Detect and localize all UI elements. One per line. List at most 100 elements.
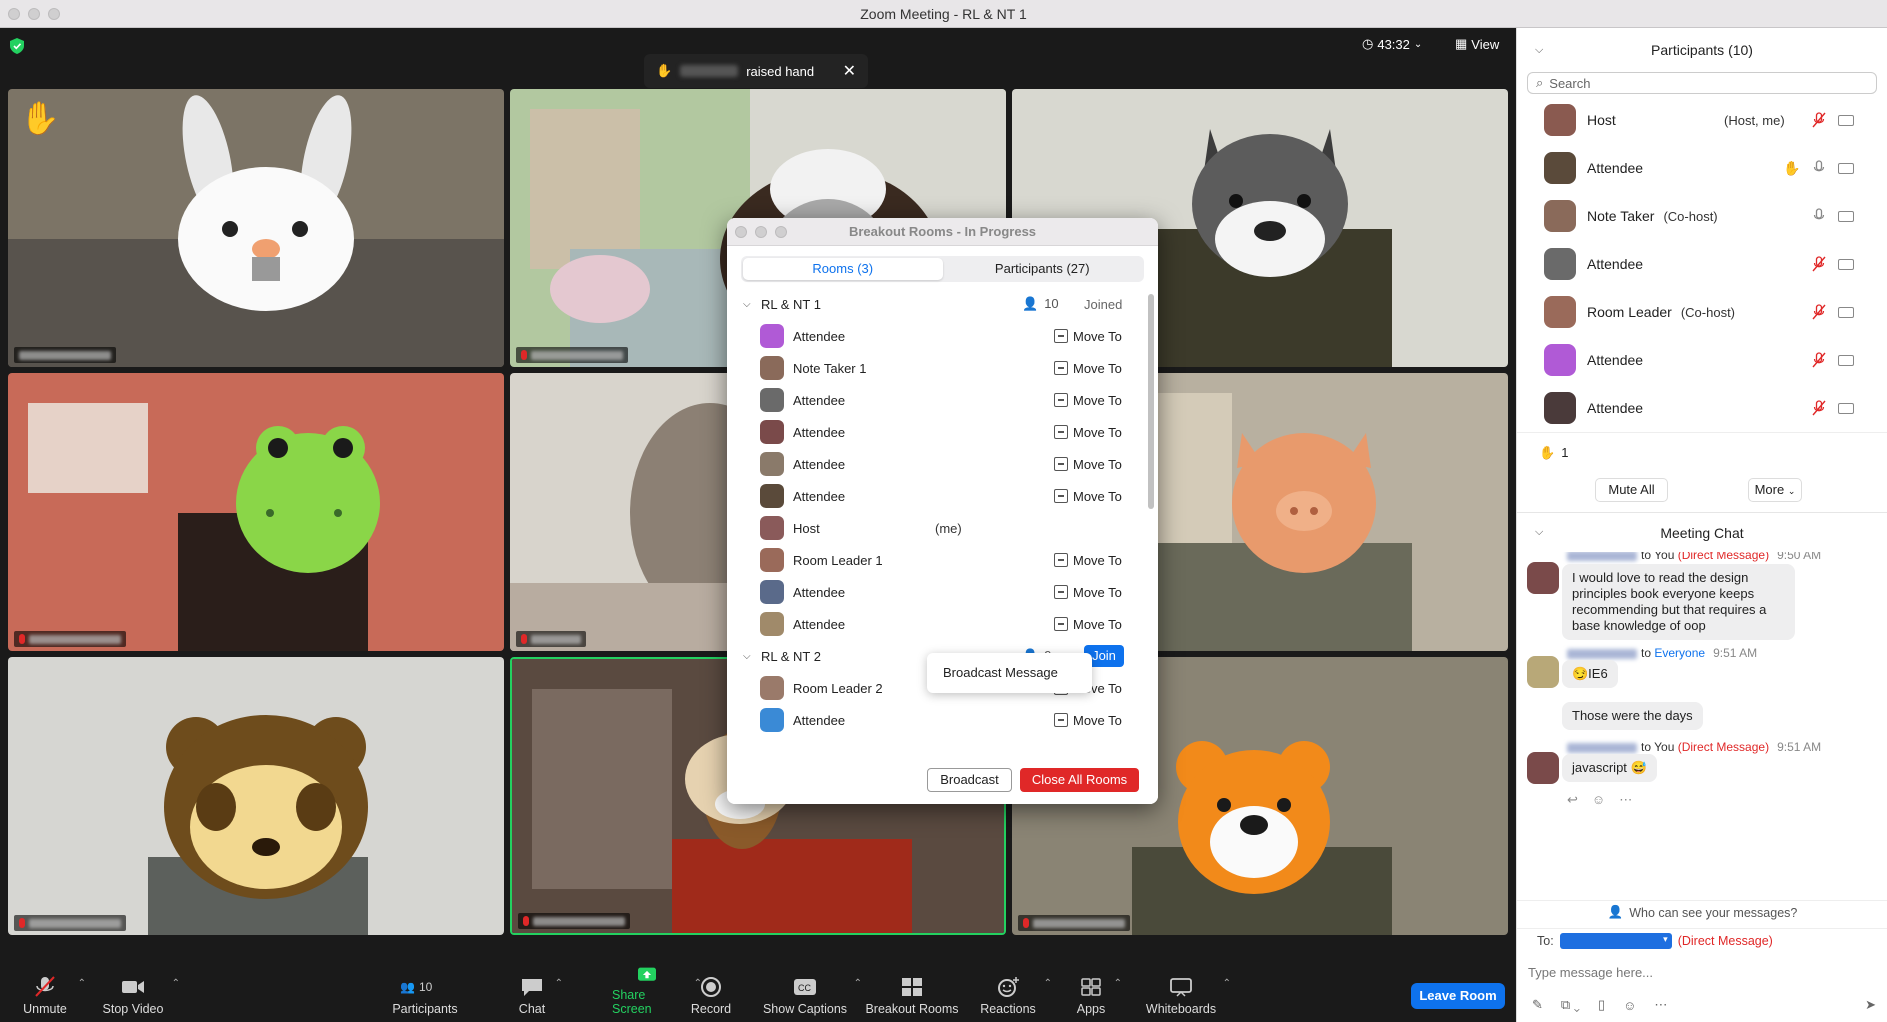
video-camera-icon[interactable] [1838,114,1854,126]
tab-rooms[interactable]: Rooms (3) [743,258,943,280]
minimize-window-button[interactable] [28,8,40,20]
chevron-down-icon[interactable]: ⌵ [743,651,753,662]
video-tile[interactable] [8,657,504,935]
record-button[interactable]: Record [689,966,733,1022]
more-options-icon[interactable]: ⋯ [1654,997,1667,1013]
video-camera-icon[interactable] [1838,210,1854,222]
reply-icon[interactable]: ↩ [1567,792,1578,808]
chevron-down-icon[interactable]: ⌵ [1535,526,1543,539]
move-to-button[interactable]: Move To [1054,329,1122,344]
chevron-up-icon[interactable]: ⌃ [1114,978,1122,989]
video-camera-icon[interactable] [1838,162,1854,174]
chevron-up-icon[interactable]: ⌃ [854,978,862,989]
broadcast-button[interactable]: Broadcast [927,768,1012,792]
room-header[interactable]: ⌵ RL & NT 1 👤 10 Joined [727,288,1147,320]
room-list-scrollbar[interactable] [1148,294,1154,509]
move-to-button[interactable]: Move To [1054,713,1122,728]
participants-button[interactable]: 👥 10 Participants [390,966,460,1022]
dialog-window-controls[interactable] [735,226,787,238]
member-name: Attendee [793,424,846,440]
participant-row[interactable]: Host (Host, me) [1517,96,1887,144]
participant-row[interactable]: Attendee [1517,336,1887,384]
participant-name-label [14,631,126,647]
stop-video-button[interactable]: Stop Video ⌃ [102,966,180,1022]
reactions-button[interactable]: Reactions ⌃ [980,966,1052,1022]
video-tile[interactable]: ✋ [8,89,504,367]
add-reaction-icon[interactable]: ☺ [1592,792,1605,808]
video-camera-icon[interactable] [1838,306,1854,318]
close-dialog-button[interactable] [735,226,747,238]
encryption-shield-icon[interactable] [10,38,24,54]
broadcast-message-menu-item[interactable]: Broadcast Message [927,653,1092,693]
close-icon[interactable]: ✕ [843,61,856,81]
video-camera-icon [122,981,144,993]
close-window-button[interactable] [8,8,20,20]
breakout-tabs: Rooms (3) Participants (27) [741,256,1144,282]
chevron-up-icon[interactable]: ⌃ [78,978,86,989]
move-to-button[interactable]: Move To [1054,617,1122,632]
raised-hand-icon: ✋ [656,63,673,78]
chevron-up-icon[interactable]: ⌃ [172,978,180,989]
microphone-muted-icon[interactable] [1812,352,1826,368]
format-text-icon[interactable]: ✎ [1532,997,1543,1013]
window-controls[interactable] [8,8,60,20]
chevron-down-icon[interactable]: ⌵ [1535,44,1543,57]
video-camera-icon[interactable] [1838,354,1854,366]
microphone-muted-icon [35,976,55,997]
send-icon[interactable]: ➤ [1865,997,1876,1013]
chat-message-input[interactable]: Type message here... [1528,965,1653,980]
screenshot-icon[interactable]: ⧉ ⌄ [1561,997,1580,1013]
microphone-muted-icon[interactable] [1812,112,1826,128]
move-to-button[interactable]: Move To [1054,489,1122,504]
participant-row[interactable]: Attendee ✋ [1517,144,1887,192]
close-all-rooms-button[interactable]: Close All Rooms [1020,768,1139,792]
move-to-button[interactable]: Move To [1054,457,1122,472]
zoom-window-button[interactable] [48,8,60,20]
move-to-button[interactable]: Move To [1054,361,1122,376]
emoji-icon[interactable]: ☺ [1623,998,1636,1013]
whiteboards-button[interactable]: Whiteboards ⌃ [1143,966,1231,1022]
participant-name-label [518,913,630,929]
video-camera-icon[interactable] [1838,402,1854,414]
mute-all-button[interactable]: Mute All [1595,478,1668,502]
unmute-button[interactable]: Unmute ⌃ [20,966,86,1022]
share-screen-button[interactable]: Share Screen ⌃ [612,966,702,1022]
move-to-button[interactable]: Move To [1054,425,1122,440]
more-options-icon[interactable]: ⋯ [1619,792,1632,808]
file-icon[interactable]: ▯ [1598,997,1605,1013]
zoom-dialog-button[interactable] [775,226,787,238]
participant-row[interactable]: Attendee [1517,384,1887,432]
show-captions-button[interactable]: CC Show Captions ⌃ [760,966,862,1022]
meeting-timer[interactable]: ◷ 43:32 ⌄ [1362,36,1422,52]
recipient-select[interactable]: ▾ [1559,932,1672,949]
participant-row[interactable]: Attendee [1517,240,1887,288]
view-button[interactable]: ▦ View [1455,36,1499,52]
move-to-button[interactable]: Move To [1054,393,1122,408]
participant-row[interactable]: Note Taker (Co-host) [1517,192,1887,240]
chevron-up-icon[interactable]: ⌃ [1044,978,1052,989]
apps-button[interactable]: Apps ⌃ [1076,966,1122,1022]
participant-row[interactable]: Room Leader (Co-host) [1517,288,1887,336]
video-tile[interactable] [8,373,504,651]
microphone-muted-icon[interactable] [1812,400,1826,416]
microphone-muted-icon[interactable] [1812,304,1826,320]
chevron-up-icon[interactable]: ⌃ [555,978,563,989]
move-to-button[interactable]: Move To [1054,585,1122,600]
participant-search-input[interactable]: ⌕ Search [1527,72,1877,94]
leave-room-button[interactable]: Leave Room [1411,983,1505,1009]
microphone-muted-icon[interactable] [1812,256,1826,272]
minimize-dialog-button[interactable] [755,226,767,238]
chevron-up-icon[interactable]: ⌃ [1223,978,1231,989]
breakout-rooms-button[interactable]: Breakout Rooms [864,966,960,1022]
chevron-down-icon: ▾ [1663,933,1668,944]
microphone-icon[interactable] [1812,160,1826,176]
who-can-see-messages[interactable]: 👤 Who can see your messages? [1517,900,1887,924]
chat-button[interactable]: Chat ⌃ [517,966,563,1022]
microphone-icon[interactable] [1812,208,1826,224]
grid-view-icon: ▦ [1455,36,1468,51]
more-button[interactable]: More ⌄ [1748,478,1802,502]
chevron-down-icon[interactable]: ⌵ [743,299,753,310]
tab-participants[interactable]: Participants (27) [943,258,1143,280]
move-to-button[interactable]: Move To [1054,553,1122,568]
video-camera-icon[interactable] [1838,258,1854,270]
